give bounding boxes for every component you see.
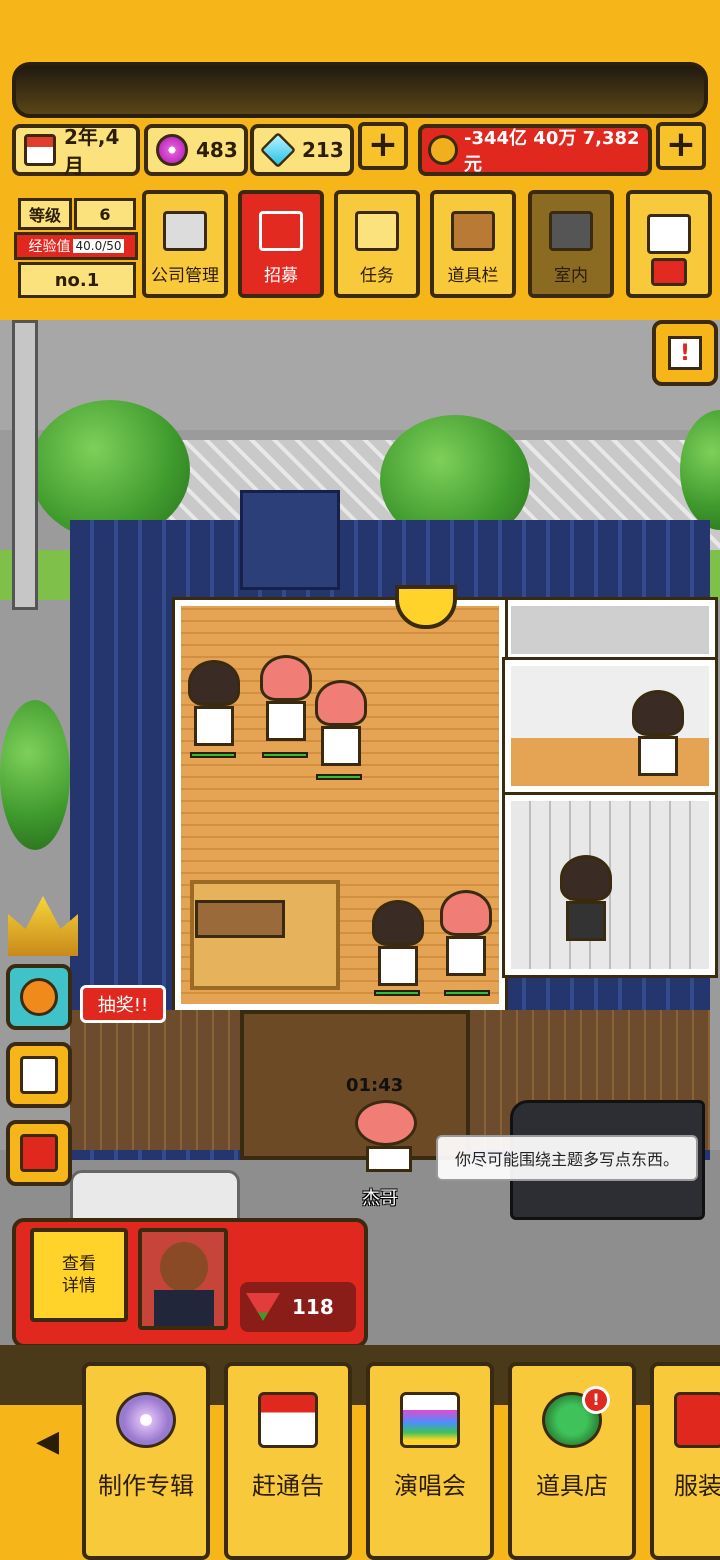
- schedule-button[interactable]: 赶通告: [224, 1362, 352, 1560]
- lottery-button[interactable]: [6, 964, 72, 1030]
- mail-button[interactable]: [626, 190, 712, 298]
- disc-icon: [156, 134, 188, 166]
- idol-character[interactable]: [315, 680, 367, 770]
- gift-button[interactable]: [6, 1120, 72, 1186]
- game-scene[interactable]: [0, 320, 720, 1345]
- nav-label: 赶通告: [252, 1472, 324, 1500]
- stamina-bar: [374, 990, 420, 996]
- nav-label: 道具店: [536, 1472, 608, 1500]
- add-money-button[interactable]: +: [656, 122, 706, 170]
- building-icon: [163, 211, 207, 251]
- make-album-button[interactable]: 制作专辑: [82, 1362, 210, 1560]
- menu-label: 任务: [360, 266, 394, 286]
- recruit-button[interactable]: 招募: [238, 190, 324, 298]
- detail-label-line2: 详情: [62, 1276, 96, 1296]
- chest-icon: [451, 211, 495, 251]
- item-shop-button[interactable]: 道具店: [508, 1362, 636, 1560]
- idol-character[interactable]: [188, 660, 240, 750]
- menu-label: 招募: [264, 266, 298, 286]
- gift-icon: [20, 1134, 58, 1172]
- level-value: 6: [74, 198, 136, 230]
- date-text: 2年,4月: [64, 125, 120, 178]
- staff-character[interactable]: [632, 690, 684, 780]
- idol-portrait[interactable]: [138, 1228, 228, 1330]
- interior-button[interactable]: 室内: [528, 190, 614, 298]
- calendar-button[interactable]: [6, 1042, 72, 1108]
- company-management-button[interactable]: 公司管理: [142, 190, 228, 298]
- watermelon-counter: 118: [240, 1282, 356, 1332]
- calendar-icon: [20, 1056, 58, 1094]
- watermelon-count: 118: [292, 1295, 334, 1319]
- idol-character[interactable]: [260, 655, 312, 745]
- detail-label-line1: 查看: [62, 1254, 96, 1274]
- inventory-button[interactable]: 道具栏: [430, 190, 516, 298]
- exp-value: 40.0/50: [73, 239, 124, 253]
- top-bar: 2年,4月 483 213 + -344亿 40万 7,382元 + 等级 6 …: [0, 0, 720, 320]
- notice-icon: !: [668, 336, 702, 370]
- idol-character[interactable]: [372, 900, 424, 990]
- gem-icon: [259, 131, 297, 169]
- megaphone-icon: [259, 211, 303, 251]
- paint-roller-icon: [549, 211, 593, 251]
- date-display: 2年,4月: [12, 124, 140, 178]
- menu-label: 公司管理: [151, 266, 219, 286]
- idol-character[interactable]: [440, 890, 492, 980]
- money-text: -344亿 40万 7,382元: [464, 128, 640, 175]
- stamina-bar: [262, 752, 308, 758]
- rainbow-stage-icon: [400, 1392, 460, 1448]
- producer-character[interactable]: [560, 855, 612, 945]
- stamina-bar: [316, 774, 362, 780]
- exp-bar: 经验值 40.0/50: [14, 232, 138, 260]
- mail-icon: [647, 214, 691, 254]
- money-display: -344亿 40万 7,382元: [418, 124, 652, 176]
- lottery-label[interactable]: 抽奖!!: [80, 985, 166, 1023]
- calendar-icon: [258, 1392, 318, 1448]
- rooftop-structure: [240, 490, 340, 590]
- npc-timer: 01:43: [346, 1075, 404, 1096]
- speech-bubble[interactable]: 你尽可能围绕主题多写点东西。: [436, 1135, 698, 1181]
- hammer-icon: [651, 258, 687, 286]
- title-strip: [12, 62, 708, 118]
- coffee-table: [195, 900, 285, 938]
- exp-label: 经验值: [28, 239, 71, 255]
- concert-button[interactable]: 演唱会: [366, 1362, 494, 1560]
- scroll-icon: [355, 211, 399, 251]
- portrait-face: [160, 1242, 208, 1292]
- coin-icon: [428, 135, 458, 165]
- rank-label: no.1: [18, 262, 136, 298]
- tree: [30, 400, 190, 540]
- disc-count: 483: [196, 138, 238, 162]
- lottery-wheel-icon: [20, 978, 58, 1016]
- disc-counter: 483: [144, 124, 248, 176]
- stamina-bar: [190, 752, 236, 758]
- room-hallway[interactable]: [502, 597, 718, 663]
- nav-label: 服装: [674, 1472, 720, 1500]
- level-label: 等级: [18, 198, 72, 230]
- calendar-icon: [24, 134, 56, 166]
- nav-label: 制作专辑: [98, 1472, 194, 1500]
- notice-button[interactable]: !: [652, 320, 718, 386]
- utility-pole: [12, 320, 38, 610]
- item-shop-alert-badge: !: [582, 1386, 610, 1414]
- gem-counter: 213: [250, 124, 354, 176]
- menu-label: 道具栏: [447, 266, 499, 286]
- costume-button[interactable]: 服装: [650, 1362, 720, 1560]
- shirt-icon: [674, 1392, 720, 1448]
- npc-character[interactable]: [355, 1100, 423, 1176]
- portrait-suit: [154, 1290, 214, 1326]
- view-details-button[interactable]: 查看 详情: [30, 1228, 128, 1322]
- watermelon-icon: [246, 1293, 280, 1321]
- cd-icon: [116, 1392, 176, 1448]
- gem-count: 213: [302, 138, 344, 162]
- nav-label: 演唱会: [394, 1472, 466, 1500]
- tasks-button[interactable]: 任务: [334, 190, 420, 298]
- scroll-left-arrow-icon[interactable]: ◀: [36, 1424, 59, 1459]
- npc-name: 杰哥: [362, 1188, 398, 1209]
- stamina-bar: [444, 990, 490, 996]
- tree: [0, 700, 70, 850]
- add-gems-button[interactable]: +: [358, 122, 408, 170]
- menu-label: 室内: [554, 266, 588, 286]
